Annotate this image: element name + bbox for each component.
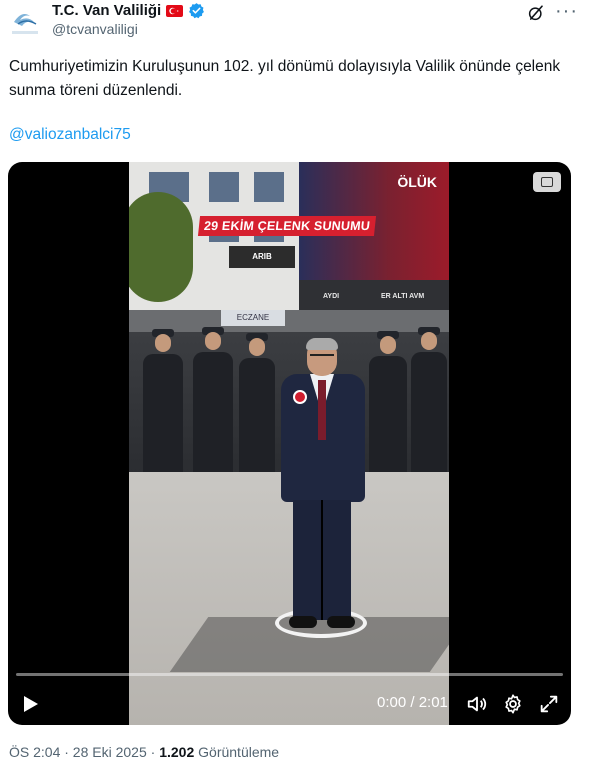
sign-arib: ARIB bbox=[229, 246, 295, 268]
store-sign: AYDI ER ALTI AVM bbox=[299, 280, 449, 310]
sign-eraltı: ER ALTI AVM bbox=[381, 293, 425, 300]
author-name-row: T.C. Van Valiliği bbox=[52, 2, 205, 19]
timestamp[interactable]: ÖS 2:04 · 28 Eki 2025 · bbox=[9, 744, 159, 760]
video-controls: 0:00 / 2:01 bbox=[8, 684, 571, 724]
views-count: 1.202 bbox=[159, 744, 195, 760]
mention-link[interactable]: @valiozanbalci75 bbox=[9, 126, 131, 144]
avatar-logo-icon bbox=[12, 14, 38, 34]
video-player[interactable]: ÖLÜK ARIB AYDI ER ALTI AVM ECZANE 29 EKİ… bbox=[8, 162, 571, 725]
verified-badge-icon bbox=[188, 2, 205, 19]
sign-eczane: ECZANE bbox=[221, 310, 285, 326]
more-options-icon[interactable]: ··· bbox=[555, 0, 578, 23]
settings-icon[interactable] bbox=[502, 693, 524, 715]
grok-icon[interactable] bbox=[527, 4, 545, 22]
time-display: 0:00 / 2:01 bbox=[377, 694, 448, 711]
video-caption: 29 EKİM ÇELENK SUNUMU bbox=[197, 216, 377, 236]
sign-aydi: AYDI bbox=[323, 293, 340, 300]
progress-bar[interactable] bbox=[16, 673, 563, 676]
display-name[interactable]: T.C. Van Valiliği bbox=[52, 2, 161, 19]
play-icon[interactable] bbox=[20, 694, 40, 714]
tweet-footer: ÖS 2:04 · 28 Eki 2025 · 1.202 Görüntülem… bbox=[9, 744, 279, 760]
video-frame[interactable]: ÖLÜK ARIB AYDI ER ALTI AVM ECZANE 29 EKİ… bbox=[129, 162, 449, 725]
views-label: Görüntüleme bbox=[194, 744, 280, 760]
video-tree bbox=[129, 192, 193, 302]
fullscreen-icon[interactable] bbox=[538, 693, 560, 715]
video-person bbox=[275, 338, 371, 632]
handle[interactable]: @tcvanvaliligi bbox=[52, 21, 138, 37]
volume-icon[interactable] bbox=[466, 693, 488, 715]
banner-text: ÖLÜK bbox=[397, 174, 437, 190]
tweet-text: Cumhuriyetimizin Kuruluşunun 102. yıl dö… bbox=[9, 58, 561, 99]
avatar[interactable] bbox=[8, 4, 42, 38]
media-badge-icon[interactable] bbox=[533, 172, 561, 192]
turkish-flag-icon bbox=[166, 4, 184, 17]
